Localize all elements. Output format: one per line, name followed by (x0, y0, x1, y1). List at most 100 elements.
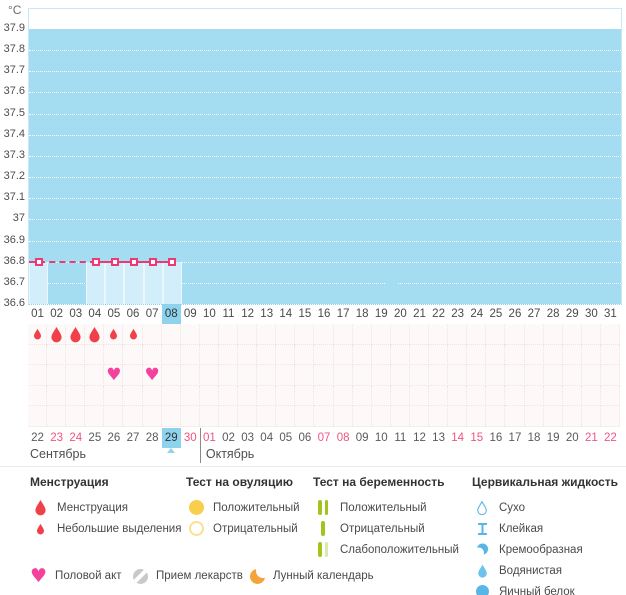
note-cell[interactable] (562, 344, 582, 366)
calendar-day[interactable]: 24 (66, 428, 85, 448)
note-cell[interactable] (467, 324, 487, 345)
note-cell[interactable] (28, 365, 48, 386)
note-cell[interactable] (314, 385, 334, 407)
calendar-day[interactable]: 26 (104, 428, 123, 448)
cycle-day-label[interactable]: 19 (372, 304, 391, 324)
note-cell[interactable] (199, 365, 219, 386)
note-cell[interactable] (257, 406, 277, 427)
note-cell[interactable] (505, 385, 525, 407)
calendar-day[interactable]: 13 (429, 428, 448, 448)
cycle-day-label[interactable]: 21 (410, 304, 429, 324)
cycle-day-label[interactable]: 27 (525, 304, 544, 324)
cycle-day-label[interactable]: 31 (601, 304, 620, 324)
note-cell[interactable] (199, 324, 219, 345)
cycle-day-label[interactable]: 04 (85, 304, 104, 324)
note-cell[interactable] (429, 324, 449, 345)
cycle-day-label[interactable]: 14 (276, 304, 295, 324)
note-cell[interactable] (314, 344, 334, 366)
note-cell[interactable] (562, 365, 582, 386)
note-cell[interactable] (123, 365, 143, 386)
cycle-day-label[interactable]: 18 (353, 304, 372, 324)
note-cell[interactable] (581, 324, 601, 345)
note-cell[interactable] (486, 365, 506, 386)
note-cell[interactable] (238, 324, 258, 345)
note-cell[interactable] (486, 406, 506, 427)
note-cell[interactable] (180, 406, 200, 427)
calendar-day[interactable]: 30 (181, 428, 200, 448)
note-cell[interactable] (581, 344, 601, 366)
note-cell[interactable] (429, 344, 449, 366)
note-cell[interactable] (600, 324, 620, 345)
note-cell[interactable] (390, 406, 410, 427)
note-cell[interactable] (600, 344, 620, 366)
note-cell[interactable] (409, 365, 430, 386)
calendar-day[interactable]: 04 (257, 428, 276, 448)
note-cell[interactable] (314, 365, 334, 386)
cycle-day-label[interactable]: 09 (181, 304, 200, 324)
note-cell[interactable] (314, 324, 334, 345)
cycle-day-label[interactable]: 20 (391, 304, 410, 324)
temp-point[interactable] (168, 257, 177, 266)
cycle-day-label[interactable]: 23 (448, 304, 467, 324)
cycle-day-label[interactable]: 28 (544, 304, 563, 324)
note-cell[interactable] (66, 365, 86, 386)
note-cell[interactable] (314, 406, 334, 427)
note-cell[interactable] (276, 385, 296, 407)
note-cell[interactable] (257, 344, 277, 366)
temp-point[interactable] (130, 257, 139, 266)
note-cell[interactable] (85, 365, 105, 386)
calendar-day[interactable]: 25 (85, 428, 104, 448)
note-cell[interactable] (467, 344, 487, 366)
note-cell[interactable] (218, 406, 239, 427)
note-cell[interactable] (28, 406, 48, 427)
note-cell[interactable] (543, 365, 563, 386)
note-cell[interactable] (352, 385, 372, 407)
note-cell[interactable] (390, 344, 410, 366)
calendar-day[interactable]: 15 (467, 428, 486, 448)
cycle-day-label[interactable]: 07 (143, 304, 162, 324)
note-cell[interactable] (66, 385, 86, 407)
note-cell[interactable] (85, 385, 105, 407)
note-cell[interactable] (524, 365, 544, 386)
note-cell[interactable] (352, 324, 372, 345)
calendar-day[interactable]: 23 (47, 428, 66, 448)
note-cell[interactable] (409, 344, 430, 366)
calendar-day[interactable]: 12 (410, 428, 429, 448)
note-cell[interactable] (486, 344, 506, 366)
note-cell[interactable] (218, 385, 239, 407)
note-cell[interactable] (85, 406, 105, 427)
note-cell[interactable] (505, 344, 525, 366)
note-cell[interactable] (123, 406, 143, 427)
note-cell[interactable] (295, 385, 315, 407)
note-cell[interactable] (448, 385, 468, 407)
note-cell[interactable] (257, 324, 277, 345)
calendar-day[interactable]: 22 (28, 428, 47, 448)
note-cell[interactable] (218, 365, 239, 386)
note-cell[interactable] (161, 344, 181, 366)
note-cell[interactable] (333, 385, 353, 407)
calendar-day[interactable]: 05 (276, 428, 295, 448)
note-cell[interactable] (218, 344, 239, 366)
note-cell[interactable] (199, 385, 219, 407)
note-cell[interactable] (448, 365, 468, 386)
calendar-day[interactable]: 08 (334, 428, 353, 448)
cycle-day-label[interactable]: 02 (47, 304, 66, 324)
calendar-day[interactable]: 09 (353, 428, 372, 448)
calendar-day[interactable]: 18 (525, 428, 544, 448)
note-cell[interactable] (295, 324, 315, 345)
note-cell[interactable] (104, 385, 124, 407)
note-cell[interactable] (390, 365, 410, 386)
note-cell[interactable] (123, 344, 143, 366)
cycle-day-label[interactable]: 25 (486, 304, 505, 324)
note-cell[interactable] (600, 365, 620, 386)
calendar-day[interactable]: 01 (200, 428, 219, 448)
note-cell[interactable] (409, 324, 430, 345)
note-cell[interactable] (486, 385, 506, 407)
calendar-day[interactable]: 06 (295, 428, 314, 448)
note-cell[interactable] (333, 324, 353, 345)
calendar-day[interactable]: 14 (448, 428, 467, 448)
note-cell[interactable] (180, 365, 200, 386)
note-cell[interactable] (505, 324, 525, 345)
note-cell[interactable] (371, 406, 391, 427)
cycle-day-label[interactable]: 03 (66, 304, 85, 324)
